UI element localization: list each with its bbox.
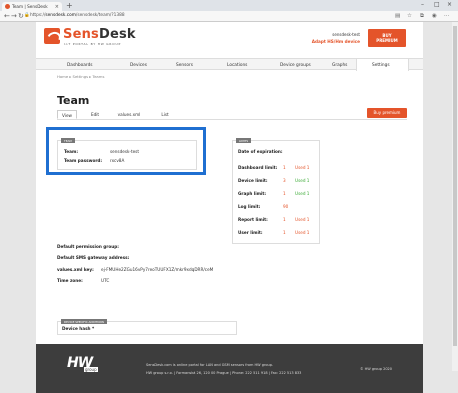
- tab-close-icon[interactable]: ×: [55, 4, 59, 10]
- menu-device-groups[interactable]: Device groups: [280, 63, 311, 68]
- footer-line-1: SensDesk.com is online portal for LAN an…: [146, 363, 274, 367]
- premium-label: PREMIUM: [376, 38, 398, 43]
- main-menu: Dashboards Devices Sensors Locations Dev…: [36, 58, 423, 71]
- back-icon[interactable]: ←: [4, 12, 10, 20]
- limit-label: Log limit:: [238, 204, 261, 209]
- menu-devices[interactable]: Devices: [130, 63, 147, 68]
- limit-label: Device limit:: [238, 178, 268, 183]
- limit-used: Used 1: [295, 165, 310, 170]
- buy-premium-header-button[interactable]: BUY PREMIUM: [368, 29, 406, 47]
- device-hash-label: Device hash *: [62, 326, 95, 331]
- favicon-icon: [5, 4, 10, 9]
- subtab-divider: [57, 119, 407, 120]
- menu-sensors[interactable]: Sensors: [176, 63, 193, 68]
- maximize-button[interactable]: □: [434, 1, 440, 8]
- limit-used: Used 1: [295, 191, 310, 196]
- tab-list[interactable]: List: [155, 110, 175, 119]
- site-header: SensDesk IoT PORTAL BY HW GROUP sensdesk…: [36, 22, 423, 58]
- site-footer: HW group SensDesk.com is online portal f…: [36, 344, 423, 393]
- time-zone-label: Time zone:: [57, 278, 83, 283]
- logo-text[interactable]: SensDesk: [63, 27, 136, 42]
- tab-edit[interactable]: Edit: [85, 110, 105, 119]
- limit-label: Graph limit:: [238, 191, 267, 196]
- tab-view[interactable]: View: [57, 110, 77, 119]
- footer-copyright[interactable]: © HW group 2020: [360, 367, 392, 371]
- logo-subtitle: IoT PORTAL BY HW GROUP: [64, 42, 122, 46]
- limit-used: Used 1: [295, 178, 310, 183]
- limits-panel-header: LIMITS: [236, 138, 252, 143]
- menu-locations[interactable]: Locations: [227, 63, 247, 68]
- menu-settings[interactable]: Settings: [372, 63, 390, 68]
- hw-group-logo-sub: group: [84, 367, 98, 372]
- sensdesk-logo-icon[interactable]: [44, 28, 60, 44]
- browser-tab[interactable]: Team | SensDesk ×: [2, 2, 62, 11]
- minimize-button[interactable]: –: [421, 1, 424, 8]
- default-sms-label: Default SMS gateway address:: [57, 255, 130, 260]
- limits-panel: LIMITS Date of expiration: Dashboard lim…: [232, 138, 320, 244]
- limit-label: User limit:: [238, 230, 263, 235]
- close-window-button[interactable]: ×: [447, 1, 452, 8]
- breadcrumb[interactable]: Home ▸ Settings ▸ Teams: [57, 74, 104, 79]
- buy-premium-button[interactable]: Buy premium: [367, 108, 407, 118]
- more-icon[interactable]: ⋯: [444, 13, 450, 19]
- address-bar: ← → ↻ 🔒 https://sensdesk.com/sensdesk/te…: [0, 11, 458, 22]
- device-specific-header: DEVICE SPECIFIC ADDITIONS: [61, 319, 108, 324]
- menu-graphs[interactable]: Graphs: [332, 63, 347, 68]
- limit-value: 3: [283, 178, 286, 183]
- limit-used: Used 1: [295, 230, 310, 235]
- values-xml-key-label: values.xml key:: [57, 267, 94, 272]
- reload-icon[interactable]: ↻: [18, 12, 24, 20]
- expiration-label: Date of expiration:: [238, 149, 283, 154]
- browser-tab-bar: Team | SensDesk × + – □ ×: [0, 0, 458, 11]
- page-title: Team: [57, 94, 90, 107]
- limit-value: 1: [283, 165, 286, 170]
- favorites-icon[interactable]: ☆: [407, 13, 412, 19]
- limit-used: Used 1: [295, 217, 310, 222]
- user-device-link[interactable]: Adapt HS/Hm device: [282, 39, 360, 44]
- limit-value: 90: [283, 204, 289, 209]
- url-field[interactable]: https://sensdesk.com/sensdesk/team/?1388: [30, 13, 125, 18]
- collections-icon[interactable]: ⧉: [420, 13, 424, 20]
- limit-value: 1: [283, 230, 286, 235]
- menu-dashboards[interactable]: Dashboards: [67, 63, 93, 68]
- limit-label: Report limit:: [238, 217, 268, 222]
- lock-icon: 🔒: [24, 13, 30, 18]
- footer-line-2: HW group s.r.o. | Formanská 26, 120 00 P…: [146, 371, 302, 375]
- profile-icon[interactable]: ◉: [432, 13, 437, 19]
- user-name[interactable]: sensdesk-test: [300, 32, 360, 37]
- tab-title: Team | SensDesk: [12, 4, 48, 9]
- forward-icon[interactable]: →: [11, 12, 17, 20]
- time-zone-value: UTC: [101, 278, 110, 283]
- scrollbar-thumb[interactable]: [453, 26, 457, 346]
- values-xml-key-value: ej-FMUHe2ZGu16vPy7reoTUUFX1Z/mkr9xdqDRR/…: [101, 267, 214, 272]
- limit-value: 1: [283, 217, 286, 222]
- page: SensDesk IoT PORTAL BY HW GROUP sensdesk…: [36, 22, 423, 393]
- highlight-box: [46, 127, 206, 175]
- reader-icon[interactable]: ▤: [395, 13, 400, 19]
- new-tab-button[interactable]: +: [66, 1, 73, 10]
- limit-label: Dashboard limit:: [238, 165, 278, 170]
- tab-values-xml[interactable]: values.xml: [111, 110, 147, 119]
- scrollbar[interactable]: [452, 22, 458, 371]
- default-permission-label: Default permission group:: [57, 244, 119, 249]
- limit-value: 1: [283, 191, 286, 196]
